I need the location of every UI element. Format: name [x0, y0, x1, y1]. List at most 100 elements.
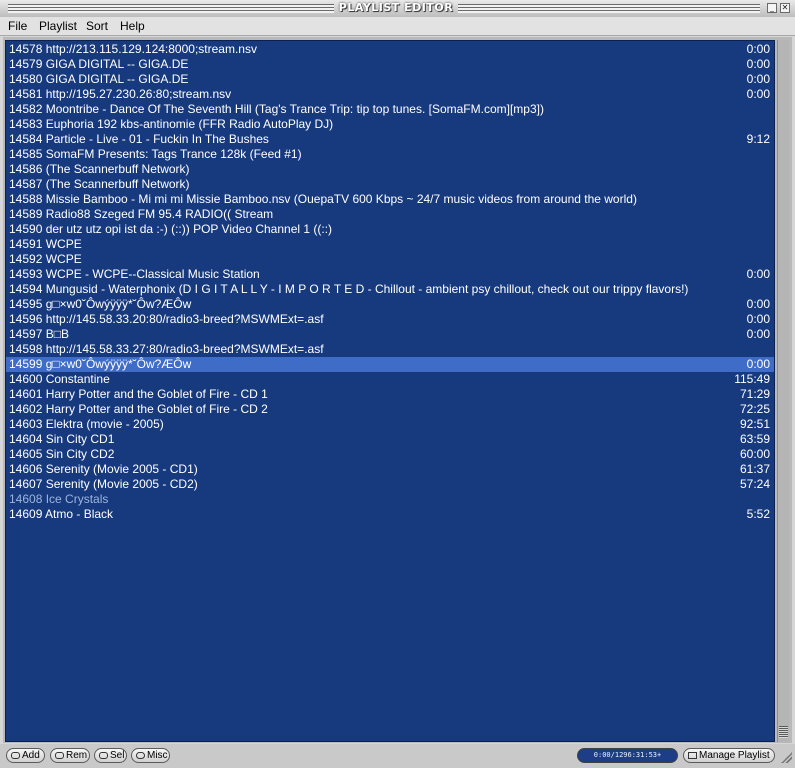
playlist-row[interactable]: 14589 Radio88 Szeged FM 95.4 RADIO(( Str… — [6, 207, 774, 222]
track-title: 14609 Atmo - Black — [9, 507, 114, 521]
playlist-row[interactable]: 14594 Mungusid - Waterphonix (D I G I T … — [6, 282, 774, 297]
title-bar[interactable]: PLAYLIST EDITOR _ ✕ — [0, 0, 795, 18]
playlist-row[interactable]: 14587 (The Scannerbuff Network) — [6, 177, 774, 192]
track-title: 14586 (The Scannerbuff Network) — [9, 162, 190, 176]
menu-sort[interactable]: Sort — [86, 19, 108, 33]
manage-playlist-label: Manage Playlist — [699, 750, 770, 761]
track-duration: 63:59 — [739, 432, 770, 446]
track-title: 14584 Particle - Live - 01 - Fuckin In T… — [9, 132, 269, 146]
playlist-row[interactable]: 14609 Atmo - Black 5:52 — [6, 507, 774, 522]
track-title: 14602 Harry Potter and the Goblet of Fir… — [9, 402, 268, 416]
select-label: Sel — [110, 750, 125, 761]
select-icon — [99, 752, 108, 759]
scrollbar-thumb[interactable] — [779, 726, 788, 738]
window-title: PLAYLIST EDITOR — [338, 1, 454, 14]
track-duration: 0:00 — [746, 312, 770, 326]
add-button[interactable]: Add — [6, 748, 45, 763]
track-duration: 0:00 — [746, 72, 770, 86]
remove-label: Rem — [66, 750, 88, 761]
playlist-row[interactable]: 14605 Sin City CD2 60:00 — [6, 447, 774, 462]
playlist-row[interactable]: 14591 WCPE — [6, 237, 774, 252]
menu-bar: File Playlist Sort Help — [0, 17, 795, 36]
track-title: 14579 GIGA DIGITAL -- GIGA.DE — [9, 57, 189, 71]
track-title: 14578 http://213.115.129.124:8000;stream… — [9, 42, 257, 56]
playlist-row[interactable]: 14604 Sin City CD1 63:59 — [6, 432, 774, 447]
track-title: 14593 WCPE - WCPE--Classical Music Stati… — [9, 267, 260, 281]
playlist-row[interactable]: 14580 GIGA DIGITAL -- GIGA.DE 0:00 — [6, 72, 774, 87]
track-title: 14594 Mungusid - Waterphonix (D I G I T … — [9, 282, 689, 296]
misc-label: Misc — [147, 750, 168, 761]
playlist-row[interactable]: 14578 http://213.115.129.124:8000;stream… — [6, 42, 774, 57]
playlist-scrollbar[interactable] — [777, 40, 789, 742]
manage-playlist-button[interactable]: Manage Playlist — [683, 748, 775, 763]
track-duration: 0:00 — [746, 357, 770, 371]
resize-grip[interactable] — [781, 752, 792, 763]
playlist-row[interactable]: 14608 Ice Crystals — [6, 492, 774, 507]
playlist-row[interactable]: 14606 Serenity (Movie 2005 - CD1) 61:37 — [6, 462, 774, 477]
track-title: 14587 (The Scannerbuff Network) — [9, 177, 190, 191]
track-title: 14603 Elektra (movie - 2005) — [9, 417, 164, 431]
title-decoration-right — [458, 4, 760, 13]
track-title: 14583 Euphoria 192 kbs-antinomie (FFR Ra… — [9, 117, 334, 131]
playlist-row[interactable]: 14590 der utz utz opi ist da :-) (::)) P… — [6, 222, 774, 237]
track-title: 14582 Moontribe - Dance Of The Seventh H… — [9, 102, 544, 116]
minimize-icon: _ — [770, 3, 774, 12]
select-button[interactable]: Sel — [94, 748, 127, 763]
track-title: 14580 GIGA DIGITAL -- GIGA.DE — [9, 72, 189, 86]
misc-button[interactable]: Misc — [131, 748, 170, 763]
track-title: 14605 Sin City CD2 — [9, 447, 115, 461]
track-title: 14585 SomaFM Presents: Tags Trance 128k … — [9, 147, 302, 161]
close-icon: ✕ — [781, 3, 789, 12]
track-title: 14592 WCPE — [9, 252, 82, 266]
playlist-row[interactable]: 14585 SomaFM Presents: Tags Trance 128k … — [6, 147, 774, 162]
playlist-row[interactable]: 14593 WCPE - WCPE--Classical Music Stati… — [6, 267, 774, 282]
track-title: 14607 Serenity (Movie 2005 - CD2) — [9, 477, 198, 491]
playlist-row[interactable]: 14602 Harry Potter and the Goblet of Fir… — [6, 402, 774, 417]
track-duration: 60:00 — [739, 447, 770, 461]
add-icon — [11, 752, 20, 759]
playlist-row[interactable]: 14601 Harry Potter and the Goblet of Fir… — [6, 387, 774, 402]
playlist-row[interactable]: 14584 Particle - Live - 01 - Fuckin In T… — [6, 132, 774, 147]
track-title: 14590 der utz utz opi ist da :-) (::)) P… — [9, 222, 333, 236]
track-title: 14595 g□×w0˘Ôwýÿÿÿ*˘Ôw?ÆÔw — [9, 297, 192, 311]
track-duration: 57:24 — [739, 477, 770, 491]
playlist-row[interactable]: 14597 B□B 0:00 — [6, 327, 774, 342]
track-duration: 0:00 — [746, 42, 770, 56]
track-duration: 0:00 — [746, 267, 770, 281]
playlist-row[interactable]: 14607 Serenity (Movie 2005 - CD2) 57:24 — [6, 477, 774, 492]
track-title: 14581 http://195.27.230.26:80;stream.nsv — [9, 87, 232, 101]
playlist-list[interactable]: 14578 http://213.115.129.124:8000;stream… — [5, 40, 775, 742]
minimize-button[interactable]: _ — [767, 3, 777, 13]
remove-button[interactable]: Rem — [50, 748, 90, 763]
track-duration: 0:00 — [746, 327, 770, 341]
playlist-row[interactable]: 14592 WCPE — [6, 252, 774, 267]
add-label: Add — [22, 750, 40, 761]
menu-file[interactable]: File — [8, 19, 27, 33]
track-duration: 71:29 — [739, 387, 770, 401]
menu-playlist[interactable]: Playlist — [39, 19, 77, 33]
track-title: 14591 WCPE — [9, 237, 82, 251]
playlist-row[interactable]: 14588 Missie Bamboo - Mi mi mi Missie Ba… — [6, 192, 774, 207]
track-title: 14599 g□×w0˘Ôwýÿÿÿ*˘Ôw?ÆÔw — [9, 357, 192, 371]
playlist-row[interactable]: 14582 Moontribe - Dance Of The Seventh H… — [6, 102, 774, 117]
track-duration: 0:00 — [746, 87, 770, 101]
track-title: 14600 Constantine — [9, 372, 110, 386]
playlist-time-display: 0:00/1296:31:53+ — [577, 748, 678, 763]
playlist-row[interactable]: 14600 Constantine 115:49 — [6, 372, 774, 387]
track-title: 14606 Serenity (Movie 2005 - CD1) — [9, 462, 198, 476]
track-title: 14589 Radio88 Szeged FM 95.4 RADIO(( Str… — [9, 207, 274, 221]
remove-icon — [55, 752, 64, 759]
playlist-row[interactable]: 14596 http://145.58.33.20:80/radio3-bree… — [6, 312, 774, 327]
playlist-row[interactable]: 14595 g□×w0˘Ôwýÿÿÿ*˘Ôw?ÆÔw 0:00 — [6, 297, 774, 312]
playlist-row[interactable]: 14583 Euphoria 192 kbs-antinomie (FFR Ra… — [6, 117, 774, 132]
playlist-row[interactable]: 14586 (The Scannerbuff Network) — [6, 162, 774, 177]
close-button[interactable]: ✕ — [780, 3, 790, 13]
track-title: 14588 Missie Bamboo - Mi mi mi Missie Ba… — [9, 192, 637, 206]
playlist-row[interactable]: 14603 Elektra (movie - 2005) 92:51 — [6, 417, 774, 432]
track-duration: 92:51 — [739, 417, 770, 431]
playlist-row[interactable]: 14599 g□×w0˘Ôwýÿÿÿ*˘Ôw?ÆÔw 0:00 — [6, 357, 774, 372]
playlist-row[interactable]: 14598 http://145.58.33.27:80/radio3-bree… — [6, 342, 774, 357]
menu-help[interactable]: Help — [120, 19, 145, 33]
playlist-row[interactable]: 14581 http://195.27.230.26:80;stream.nsv… — [6, 87, 774, 102]
playlist-row[interactable]: 14579 GIGA DIGITAL -- GIGA.DE 0:00 — [6, 57, 774, 72]
